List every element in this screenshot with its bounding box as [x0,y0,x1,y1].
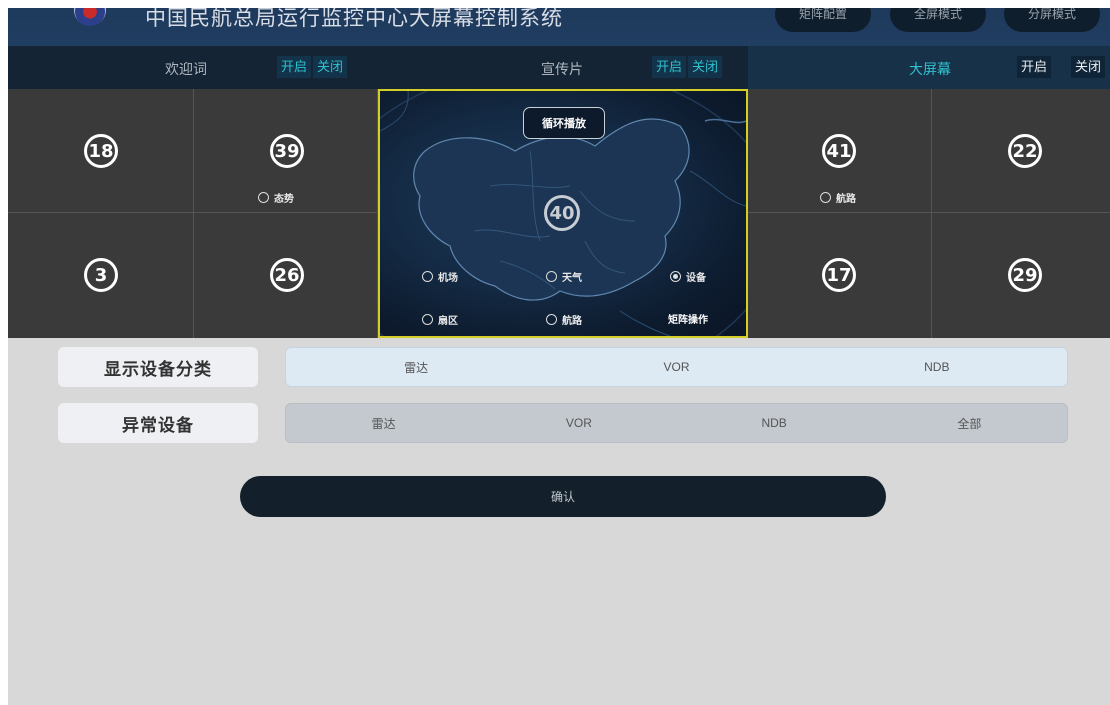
radio-sector[interactable]: 扇区 [422,312,458,327]
radio-route[interactable]: 航路 [820,190,856,205]
radio-label: 扇区 [438,316,458,327]
screen-number: 41 [822,134,856,168]
screen-cell[interactable]: 17 [748,213,932,338]
option-all[interactable]: 全部 [872,404,1067,442]
confirm-button[interactable]: 确认 [240,476,886,517]
channel-welcome: 欢迎词 开启 关闭 [8,46,378,89]
radio-airport[interactable]: 机场 [422,269,458,284]
radio-circle-icon [546,271,557,282]
screen-cell[interactable]: 3 [8,213,194,338]
screen-number: 3 [84,258,118,292]
radio-circle-icon [422,271,433,282]
radio-device[interactable]: 设备 [670,269,706,284]
screen-cell[interactable]: 26 [194,213,378,338]
screen-number: 39 [270,134,304,168]
channel-bigscreen: 大屏幕 开启 关闭 [748,46,1110,89]
promo-off-button[interactable]: 关闭 [688,56,723,78]
welcome-off-button[interactable]: 关闭 [313,56,348,78]
screen-number: 29 [1008,258,1042,292]
welcome-on-button[interactable]: 开启 [277,56,312,78]
screen-number: 40 [544,195,580,231]
option-radar[interactable]: 雷达 [286,348,546,386]
radio-label: 天气 [562,273,582,284]
screen-number: 17 [822,258,856,292]
radio-label: 设备 [686,273,706,284]
radio-weather[interactable]: 天气 [546,269,582,284]
screen-cell[interactable]: 39 态势 [194,89,378,213]
radio-circle-icon [546,314,557,325]
radio-label: 机场 [438,273,458,284]
channel-promo: 宣传片 开启 关闭 [378,46,748,89]
screen-cell[interactable]: 41 航路 [748,89,932,213]
radio-circle-icon [258,192,269,203]
radio-circle-icon [422,314,433,325]
screen-cell[interactable]: 18 [8,89,194,213]
radio-label: 态势 [274,194,294,205]
fullscreen-mode-button[interactable]: 全屏模式 [890,8,986,32]
bigscreen-on-button[interactable]: 开启 [1017,56,1052,78]
matrix-operation-link[interactable]: 矩阵操作 [668,311,708,326]
split-mode-button[interactable]: 分屏模式 [1004,8,1100,32]
radio-label: 航路 [836,194,856,205]
option-ndb[interactable]: NDB [807,348,1067,386]
loop-play-button[interactable]: 循环播放 [523,107,605,139]
screen-number: 26 [270,258,304,292]
device-category-label: 显示设备分类 [58,347,258,387]
channel-bigscreen-label: 大屏幕 [909,61,951,77]
option-vor[interactable]: VOR [546,348,806,386]
radio-circle-icon [820,192,831,203]
radio-label: 航路 [562,316,582,327]
device-category-options: 雷达 VOR NDB [285,347,1068,387]
map-screen-panel[interactable]: 循环播放 40 机场 天气 设备 扇区 航路 矩阵操作 [378,89,748,338]
matrix-config-button[interactable]: 矩阵配置 [775,8,871,32]
radio-selected-icon [670,271,681,282]
promo-on-button[interactable]: 开启 [652,56,687,78]
screen-cell[interactable]: 29 [932,213,1110,338]
option-radar[interactable]: 雷达 [286,404,481,442]
abnormal-device-label: 异常设备 [58,403,258,443]
option-vor[interactable]: VOR [481,404,676,442]
screen-number: 22 [1008,134,1042,168]
radio-route[interactable]: 航路 [546,312,582,327]
screen-cell[interactable]: 22 [932,89,1110,213]
channel-control-bar: 欢迎词 开启 关闭 宣传片 开启 关闭 大屏幕 开启 关闭 [8,46,1110,89]
channel-welcome-label: 欢迎词 [165,61,207,77]
radio-situation[interactable]: 态势 [258,190,294,205]
option-ndb[interactable]: NDB [677,404,872,442]
bigscreen-off-button[interactable]: 关闭 [1071,56,1106,78]
app-root: 中国民航总局运行监控中心大屏幕控制系统 矩阵配置 全屏模式 分屏模式 欢迎词 开… [8,8,1110,705]
screen-number: 18 [84,134,118,168]
app-title: 中国民航总局运行监控中心大屏幕控制系统 [145,8,563,30]
app-header: 中国民航总局运行监控中心大屏幕控制系统 矩阵配置 全屏模式 分屏模式 [8,8,1110,46]
channel-promo-label: 宣传片 [541,61,583,77]
abnormal-device-options: 雷达 VOR NDB 全部 [285,403,1068,443]
caac-logo [74,8,106,26]
